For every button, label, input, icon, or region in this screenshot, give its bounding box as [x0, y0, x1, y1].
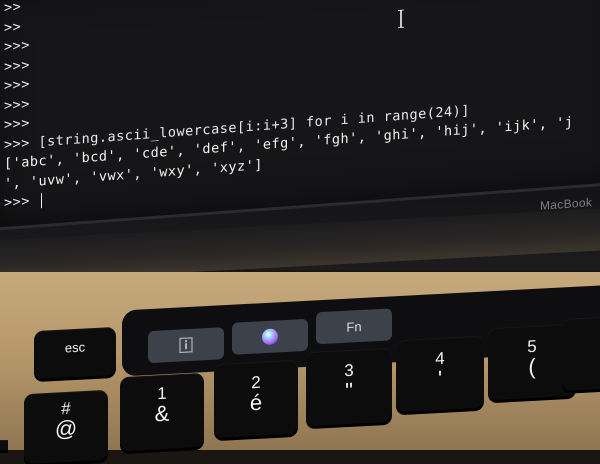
key-3[interactable]: 3 ": [306, 347, 392, 427]
key-partial-right[interactable]: [562, 317, 600, 391]
prompt-text: >>>: [4, 192, 39, 211]
fn-button[interactable]: Fn: [316, 308, 392, 345]
key-bottom-label: &: [154, 400, 170, 427]
info-icon: [179, 337, 193, 354]
key-bottom-label: @: [54, 415, 78, 442]
esc-label: esc: [64, 339, 86, 356]
key-1[interactable]: 1 &: [120, 372, 204, 452]
key-bottom-label: ": [345, 377, 353, 404]
key-2[interactable]: 2 é: [214, 359, 298, 439]
info-button[interactable]: [148, 327, 224, 364]
key-bottom-label: é: [249, 389, 263, 416]
text-cursor: [40, 192, 42, 208]
key-bottom-label: ': [437, 365, 443, 392]
ibeam-cursor-icon: [398, 9, 404, 29]
python-repl[interactable]: >> >> >>> >>> >>> >>> >>> >>> [string.as…: [4, 0, 600, 227]
fn-label: Fn: [346, 318, 362, 335]
siri-button[interactable]: [232, 318, 308, 355]
esc-key[interactable]: esc: [34, 326, 116, 380]
terminal-window[interactable]: >> >> >>> >>> >>> >>> >>> >>> [string.as…: [0, 0, 600, 232]
key-4[interactable]: 4 ': [396, 335, 484, 413]
key-partial-bottom[interactable]: [0, 440, 8, 450]
siri-icon: [262, 328, 278, 345]
key-at[interactable]: # @: [24, 389, 108, 464]
